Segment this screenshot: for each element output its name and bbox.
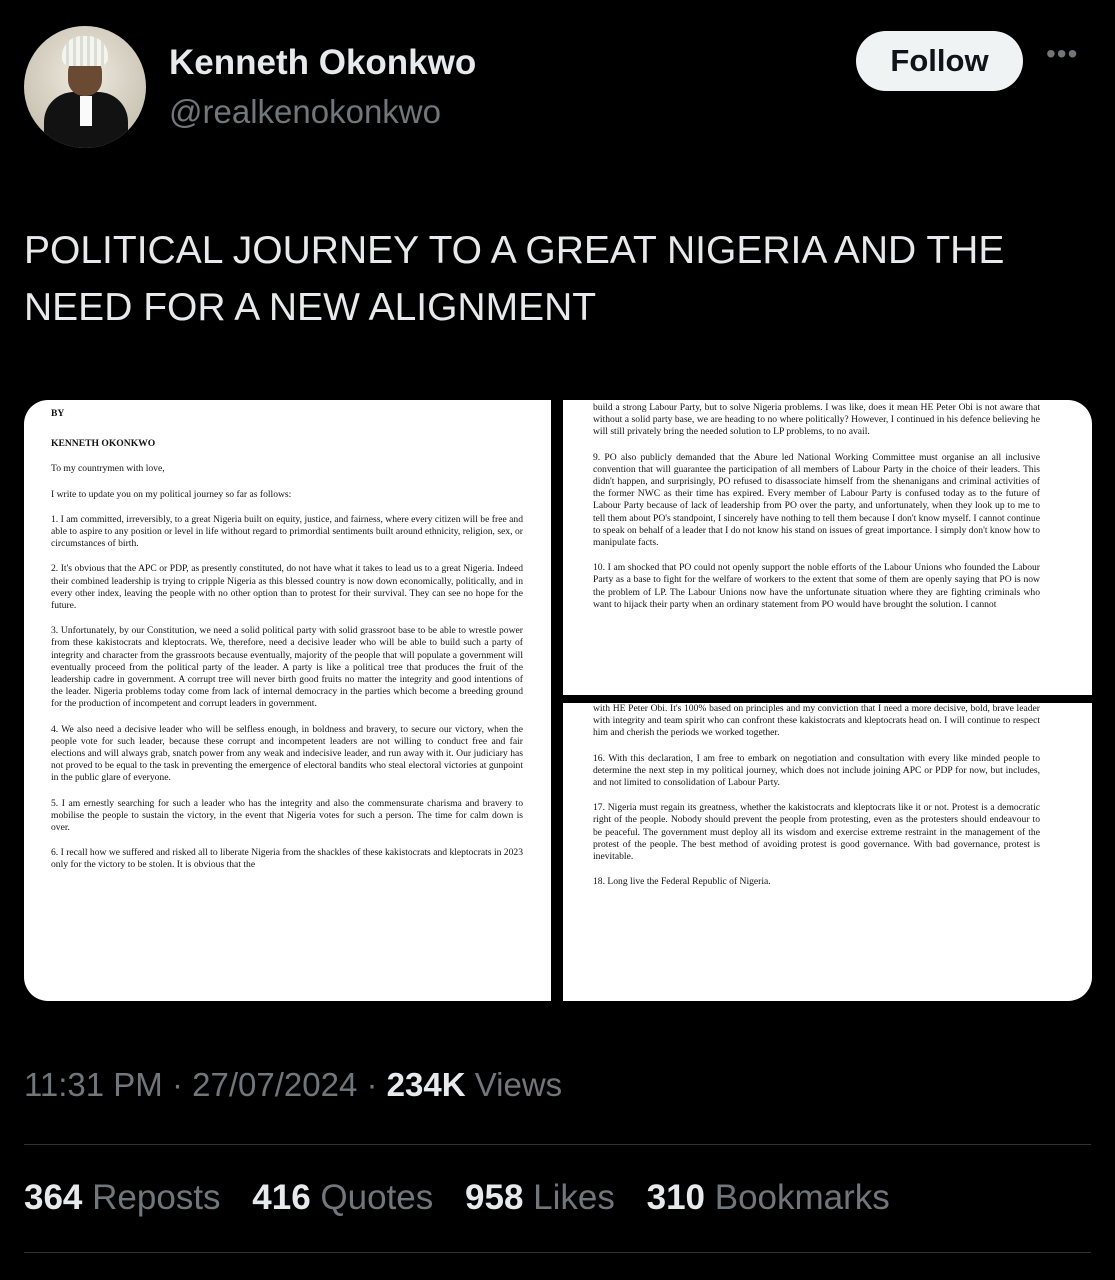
doc-paragraph-8-tail: build a strong Labour Party, but to solv… bbox=[593, 402, 1040, 438]
quotes-label: Quotes bbox=[320, 1178, 434, 1217]
image-divider bbox=[563, 695, 1092, 703]
tweet-header: Kenneth Okonkwo @realkenokonkwo Follow •… bbox=[24, 26, 1094, 148]
more-icon[interactable]: ••• bbox=[1046, 40, 1086, 68]
tweet-stats: 364 Reposts 416 Quotes 958 Likes 310 Boo… bbox=[24, 1178, 912, 1218]
doc-paragraph-10: 10. I am shocked that PO could not openl… bbox=[593, 562, 1040, 610]
doc-salutation: To my countrymen with love, bbox=[51, 463, 165, 475]
doc-paragraph-16: 16. With this declaration, I am free to … bbox=[593, 752, 1040, 789]
avatar-wig bbox=[62, 36, 108, 66]
meta-separator: · bbox=[171, 1066, 183, 1103]
bookmarks-count: 310 bbox=[646, 1178, 706, 1217]
likes-label: Likes bbox=[533, 1178, 615, 1217]
views-label: Views bbox=[474, 1066, 563, 1103]
avatar-band bbox=[80, 96, 92, 126]
doc-paragraph-1: 1. I am committed, irreversibly, to a gr… bbox=[51, 513, 523, 550]
bookmarks-label: Bookmarks bbox=[714, 1178, 890, 1217]
doc-paragraph-9: 9. PO also publicly demanded that the Ab… bbox=[593, 451, 1040, 549]
divider-top bbox=[24, 1144, 1091, 1145]
likes-count: 958 bbox=[465, 1178, 524, 1217]
bookmarks-stat[interactable]: 310 Bookmarks bbox=[647, 1178, 890, 1217]
document-image-right-top[interactable]: build a strong Labour Party, but to solv… bbox=[563, 400, 1092, 695]
doc-paragraph-18: 18. Long live the Federal Republic of Ni… bbox=[593, 876, 771, 888]
meta-separator: · bbox=[366, 1066, 378, 1103]
tweet-date[interactable]: 27/07/2024 bbox=[192, 1066, 357, 1103]
avatar[interactable] bbox=[24, 26, 146, 148]
quotes-stat[interactable]: 416 Quotes bbox=[252, 1178, 433, 1217]
doc-paragraph-4: 4. We also need a decisive leader who wi… bbox=[51, 723, 523, 784]
document-image-left[interactable]: BY KENNETH OKONKWO To my countrymen with… bbox=[24, 400, 551, 1001]
document-image-right-bottom[interactable]: with HE Peter Obi. It's 100% based on pr… bbox=[563, 703, 1092, 1001]
doc-intro: I write to update you on my political jo… bbox=[51, 488, 292, 500]
author-name[interactable]: Kenneth Okonkwo bbox=[169, 43, 476, 83]
doc-by: BY bbox=[51, 408, 65, 419]
doc-paragraph-15-tail: with HE Peter Obi. It's 100% based on pr… bbox=[593, 703, 1040, 739]
reposts-count: 364 bbox=[24, 1178, 83, 1217]
reposts-label: Reposts bbox=[92, 1178, 221, 1217]
follow-button[interactable]: Follow bbox=[856, 31, 1023, 91]
doc-paragraph-3: 3. Unfortunately, by our Constitution, w… bbox=[51, 625, 523, 710]
divider-bottom bbox=[24, 1252, 1091, 1253]
doc-paragraph-5: 5. I am ernestly searching for such a le… bbox=[51, 797, 523, 834]
doc-paragraph-17: 17. Nigeria must regain its greatness, w… bbox=[593, 802, 1040, 863]
tweet-meta: 11:31 PM · 27/07/2024 · 234K Views bbox=[24, 1066, 562, 1104]
reposts-stat[interactable]: 364 Reposts bbox=[24, 1178, 221, 1217]
doc-author: KENNETH OKONKWO bbox=[51, 438, 156, 450]
quotes-count: 416 bbox=[252, 1178, 311, 1217]
likes-stat[interactable]: 958 Likes bbox=[465, 1178, 615, 1217]
author-handle[interactable]: @realkenokonkwo bbox=[169, 93, 441, 131]
tweet-text: POLITICAL JOURNEY TO A GREAT NIGERIA AND… bbox=[24, 229, 1005, 329]
doc-paragraph-6: 6. I recall how we suffered and risked a… bbox=[51, 847, 523, 871]
tweet-time[interactable]: 11:31 PM bbox=[24, 1066, 163, 1103]
doc-paragraph-2: 2. It's obvious that the APC or PDP, as … bbox=[51, 563, 523, 612]
views-count[interactable]: 234K bbox=[387, 1066, 466, 1103]
